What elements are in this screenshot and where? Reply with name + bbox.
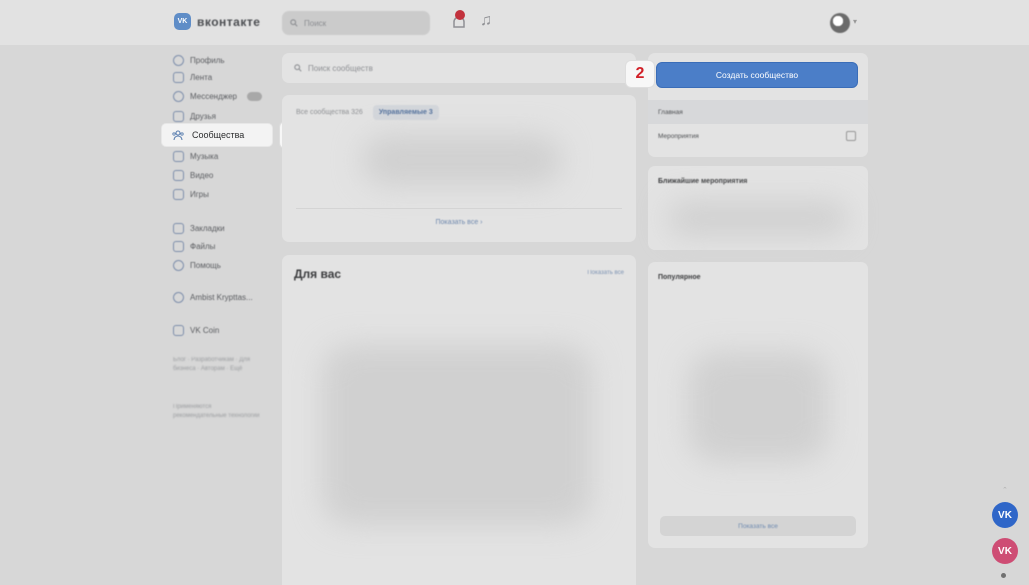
chevron-down-icon[interactable]: ▾ <box>853 17 857 26</box>
for-you-card: Для вас Показать все <box>282 255 636 585</box>
app-icon <box>173 291 184 303</box>
sidebar-item-label: VK Coin <box>190 325 220 335</box>
blurred-content <box>322 345 592 525</box>
avatar[interactable] <box>830 13 850 33</box>
for-you-title: Для вас <box>294 267 342 281</box>
music-icon <box>173 150 184 162</box>
blurred-content <box>688 352 828 462</box>
sidebar-item-music[interactable]: Музыка <box>168 146 274 166</box>
communities-icon <box>172 129 184 141</box>
scroll-up-icon[interactable]: ⌃ <box>1002 486 1008 494</box>
menu-item-label: Мероприятия <box>658 132 699 140</box>
unread-count-badge <box>247 91 262 101</box>
coin-icon <box>173 324 184 336</box>
help-icon <box>173 259 184 271</box>
sidebar-item-files[interactable]: Файлы <box>168 236 274 256</box>
search-icon <box>294 64 302 72</box>
notifications-bell-icon[interactable] <box>451 10 467 30</box>
more-dot-icon[interactable] <box>1001 573 1006 578</box>
tab-all-communities[interactable]: Все сообщества 326 <box>296 105 363 120</box>
sidebar-item-label: Видео <box>190 170 214 180</box>
top-bar: VK вконтакте Поиск ♫ ▾ <box>0 0 1029 45</box>
sidebar-item-communities[interactable]: Сообщества <box>162 124 272 146</box>
profile-icon <box>173 54 184 66</box>
tab-managed[interactable]: Управляемые 3 <box>372 105 439 120</box>
sidebar-item-label: Мессенджер <box>190 91 237 101</box>
sidebar-item-bookmarks[interactable]: Закладки <box>168 218 274 238</box>
upcoming-events-title: Ближайшие мероприятия <box>658 178 748 185</box>
vk-widget-icon[interactable]: VK <box>992 502 1018 528</box>
video-icon <box>173 169 184 181</box>
friends-icon <box>173 110 184 122</box>
show-all-link[interactable]: Показать все › <box>282 219 636 226</box>
blurred-content <box>668 201 848 236</box>
popular-title: Популярное <box>658 274 701 281</box>
divider <box>296 208 622 209</box>
logo-text: вконтакте <box>197 14 261 29</box>
sidebar-item-app[interactable]: Ambist Krypttas... <box>168 287 274 307</box>
step-marker-2: 2 <box>626 61 654 87</box>
communities-card: Все сообщества 326 Управляемые 3 Показат… <box>282 95 636 242</box>
global-search-placeholder: Поиск <box>304 18 327 28</box>
global-search-input[interactable]: Поиск <box>282 11 430 35</box>
menu-item-label: Главная <box>658 108 683 116</box>
search-icon <box>290 19 298 27</box>
file-icon <box>173 240 184 252</box>
music-note-icon[interactable]: ♫ <box>480 12 492 30</box>
show-all-label: Показать все <box>435 219 479 226</box>
games-icon <box>173 188 184 200</box>
sidebar-item-label: Профиль <box>190 55 225 65</box>
sidebar-item-friends[interactable]: Друзья <box>168 106 274 126</box>
sidebar-item-label: Помощь <box>190 260 221 270</box>
blurred-content <box>362 135 562 185</box>
chat-bubble-icon <box>173 90 184 102</box>
menu-item-events[interactable]: Мероприятия <box>648 124 868 148</box>
menu-item-main[interactable]: Главная <box>648 100 868 124</box>
notification-badge <box>455 10 465 20</box>
sidebar-item-video[interactable]: Видео <box>168 165 274 185</box>
communities-tabs: Все сообщества 326 Управляемые 3 <box>296 105 439 120</box>
sidebar-item-messenger[interactable]: Мессенджер <box>168 86 274 106</box>
sidebar-item-label: Ambist Krypttas... <box>190 292 253 302</box>
sidebar-item-feed[interactable]: Лента <box>168 67 274 87</box>
sidebar-item-games[interactable]: Игры <box>168 184 274 204</box>
sidebar-item-label: Закладки <box>190 223 225 233</box>
footer-note: Применяются рекомендательные технологии <box>173 404 260 419</box>
communities-search-placeholder: Поиск сообществ <box>308 63 373 73</box>
popular-show-all-label: Показать все <box>738 522 778 530</box>
popular-show-all-button[interactable]: Показать все <box>660 516 856 536</box>
upcoming-events-card: Ближайшие мероприятия <box>648 166 868 250</box>
sidebar-item-label: Лента <box>190 72 213 82</box>
vk-logo[interactable]: VK вконтакте <box>174 13 260 30</box>
bookmark-icon <box>173 222 184 234</box>
footer-links[interactable]: Блог · Разработчикам · Для бизнеса · Авт… <box>173 356 265 374</box>
sidebar-item-help[interactable]: Помощь <box>168 255 274 275</box>
create-menu-card: Создать сообщество Главная Мероприятия <box>648 53 868 157</box>
calendar-icon <box>846 131 856 141</box>
sidebar-item-label: Музыка <box>190 151 219 161</box>
feed-icon <box>173 71 184 83</box>
vk-pink-widget-icon[interactable]: VK <box>992 538 1018 564</box>
sidebar-item-vk-coin[interactable]: VK Coin <box>168 320 274 340</box>
sidebar-item-label: Файлы <box>190 241 216 251</box>
popular-card: Популярное Показать все <box>648 262 868 548</box>
sidebar-item-label: Сообщества <box>192 130 245 140</box>
for-you-show-all-link[interactable]: Показать все <box>587 270 624 276</box>
sidebar-item-label: Друзья <box>190 111 216 121</box>
sidebar-item-label: Игры <box>190 189 209 199</box>
communities-search-input[interactable]: Поиск сообществ <box>282 53 636 83</box>
vk-logo-icon: VK <box>174 13 191 30</box>
create-community-button[interactable]: Создать сообщество <box>656 62 858 88</box>
